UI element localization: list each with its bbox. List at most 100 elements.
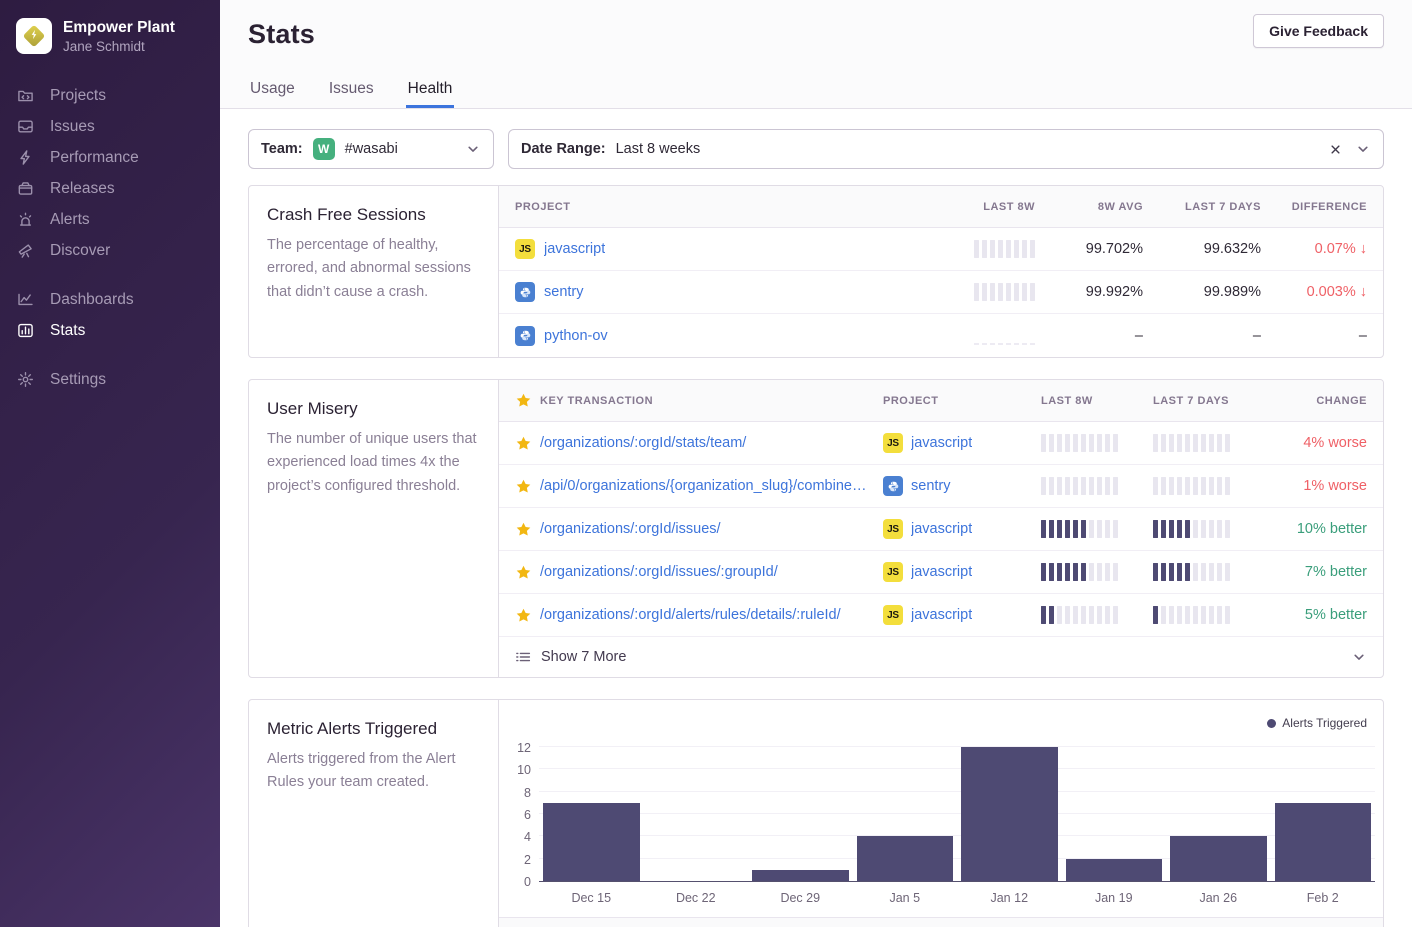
python-platform-icon — [515, 282, 535, 302]
last-7d-value: 99.632% — [1143, 241, 1261, 257]
difference-value: 0.003%↓ — [1261, 284, 1383, 300]
chevron-down-icon[interactable] — [1351, 649, 1367, 665]
tab-issues[interactable]: Issues — [327, 80, 376, 108]
table-row: /api/0/organizations/{organization_slug}… — [499, 465, 1383, 508]
alerts-bar — [543, 803, 640, 881]
sidebar: Empower Plant Jane Schmidt Projects Issu… — [0, 0, 220, 927]
python-platform-icon — [883, 476, 903, 496]
org-name: Empower Plant — [63, 18, 175, 37]
sidebar-item-alerts[interactable]: Alerts — [0, 204, 220, 235]
project-link[interactable]: javascript — [911, 607, 972, 623]
clear-icon[interactable] — [1328, 142, 1343, 157]
alerts-bar — [1066, 859, 1163, 881]
sidebar-item-label: Dashboards — [50, 291, 134, 309]
team-select-label: Team: — [261, 141, 303, 157]
org-switcher[interactable]: Empower Plant Jane Schmidt — [0, 0, 220, 70]
chevron-down-icon — [1355, 141, 1371, 157]
transaction-link[interactable]: /organizations/:orgId/issues/:groupId/ — [540, 564, 873, 580]
tab-health[interactable]: Health — [406, 80, 455, 108]
chart-plot-area: 024681012 — [539, 748, 1375, 882]
table-row: sentry 99.992% 99.989% 0.003%↓ — [499, 271, 1383, 314]
table-row: /organizations/:orgId/issues/ JS javascri… — [499, 508, 1383, 551]
settings-icon — [15, 371, 35, 388]
sparkline — [1153, 434, 1230, 452]
alerts-icon — [15, 211, 35, 228]
sidebar-item-discover[interactable]: Discover — [0, 235, 220, 266]
transaction-link[interactable]: /organizations/:orgId/alerts/rules/detai… — [540, 607, 873, 623]
down-arrow-icon: ↓ — [1360, 284, 1367, 300]
transaction-link[interactable]: /organizations/:orgId/stats/team/ — [540, 435, 873, 451]
legend-label: Alerts Triggered — [1282, 716, 1367, 730]
table-row: /organizations/:orgId/stats/team/ JSjava… — [499, 422, 1383, 465]
sidebar-item-label: Projects — [50, 87, 106, 105]
projects-icon — [15, 87, 35, 104]
sidebar-item-releases[interactable]: Releases — [0, 173, 220, 204]
last-7d-value: – — [1143, 328, 1261, 344]
y-axis-tick: 4 — [501, 830, 531, 844]
y-axis-tick: 0 — [501, 875, 531, 889]
team-select[interactable]: Team: W #wasabi — [248, 129, 494, 169]
project-link[interactable]: python-ov — [544, 328, 608, 344]
user-misery-panel: User Misery The number of unique users t… — [248, 379, 1384, 678]
panel-description: Alerts triggered from the Alert Rules yo… — [267, 748, 480, 795]
project-link[interactable]: sentry — [911, 478, 951, 494]
panel-description: The number of unique users that experien… — [267, 428, 480, 498]
x-axis-label: Dec 29 — [748, 891, 853, 905]
x-axis-label: Dec 22 — [644, 891, 749, 905]
page-header: Stats Give Feedback UsageIssuesHealth — [220, 0, 1412, 109]
tab-usage[interactable]: Usage — [248, 80, 297, 108]
y-axis-tick: 12 — [501, 741, 531, 755]
sparkline — [974, 327, 1035, 345]
transaction-link[interactable]: /organizations/:orgId/issues/ — [540, 521, 873, 537]
python-platform-icon — [515, 326, 535, 346]
sparkline — [1041, 477, 1118, 495]
alerts-bar-chart: Alerts Triggered 024681012 Dec 15Dec 22D… — [499, 700, 1383, 917]
sidebar-item-dashboards[interactable]: Dashboards — [0, 284, 220, 315]
show-more-label: Show 7 More — [541, 649, 626, 665]
sidebar-item-label: Releases — [50, 180, 115, 198]
tab-bar: Usage Issues Health — [248, 80, 454, 108]
project-link[interactable]: sentry — [544, 284, 584, 300]
sidebar-item-issues[interactable]: Issues — [0, 111, 220, 142]
sidebar-item-performance[interactable]: Performance — [0, 142, 220, 173]
table-row: /organizations/:orgId/issues/:groupId/ J… — [499, 551, 1383, 594]
crash-free-table: PROJECT LAST 8W 8W AVG LAST 7 DAYS DIFFE… — [499, 186, 1383, 357]
avg-8w-value: – — [1035, 328, 1143, 344]
alerts-bar — [961, 747, 1058, 881]
filter-bar: Team: W #wasabi Date Range: Last 8 weeks — [248, 129, 1384, 169]
sidebar-item-label: Issues — [50, 118, 95, 136]
discover-icon — [15, 242, 35, 259]
javascript-platform-icon: JS — [883, 519, 903, 539]
chart-x-axis: Dec 15Dec 22Dec 29Jan 5Jan 12Jan 19Jan 2… — [539, 882, 1375, 917]
user-name: Jane Schmidt — [63, 39, 175, 54]
star-icon[interactable] — [499, 478, 540, 495]
difference-value: 0.07%↓ — [1261, 241, 1383, 257]
sidebar-item-label: Alerts — [50, 211, 90, 229]
star-icon[interactable] — [499, 521, 540, 538]
sidebar-item-projects[interactable]: Projects — [0, 80, 220, 111]
star-icon[interactable] — [499, 435, 540, 452]
give-feedback-button[interactable]: Give Feedback — [1253, 14, 1384, 48]
date-range-select[interactable]: Date Range: Last 8 weeks — [508, 129, 1384, 169]
sidebar-item-stats[interactable]: Stats — [0, 315, 220, 346]
table-row: python-ov – – – — [499, 314, 1383, 357]
project-link[interactable]: javascript — [911, 521, 972, 537]
show-more-row[interactable]: Show 7 More — [499, 637, 1383, 677]
crash-free-sessions-panel: Crash Free Sessions The percentage of he… — [248, 185, 1384, 358]
project-link[interactable]: javascript — [911, 435, 972, 451]
star-icon[interactable] — [499, 564, 540, 581]
alerts-bar — [1170, 836, 1267, 881]
sidebar-item-settings[interactable]: Settings — [0, 364, 220, 395]
project-link[interactable]: javascript — [911, 564, 972, 580]
stats-icon — [15, 322, 35, 339]
sparkline — [1041, 520, 1118, 538]
down-arrow-icon: ↓ — [1360, 241, 1367, 257]
star-icon[interactable] — [499, 607, 540, 624]
difference-value: – — [1261, 328, 1383, 344]
y-axis-tick: 2 — [501, 853, 531, 867]
sparkline — [1041, 563, 1118, 581]
table-row: JSjavascript 99.702% 99.632% 0.07%↓ — [499, 228, 1383, 271]
project-link[interactable]: javascript — [544, 241, 605, 257]
transaction-link[interactable]: /api/0/organizations/{organization_slug}… — [540, 478, 873, 494]
alerts-bar — [857, 836, 954, 881]
